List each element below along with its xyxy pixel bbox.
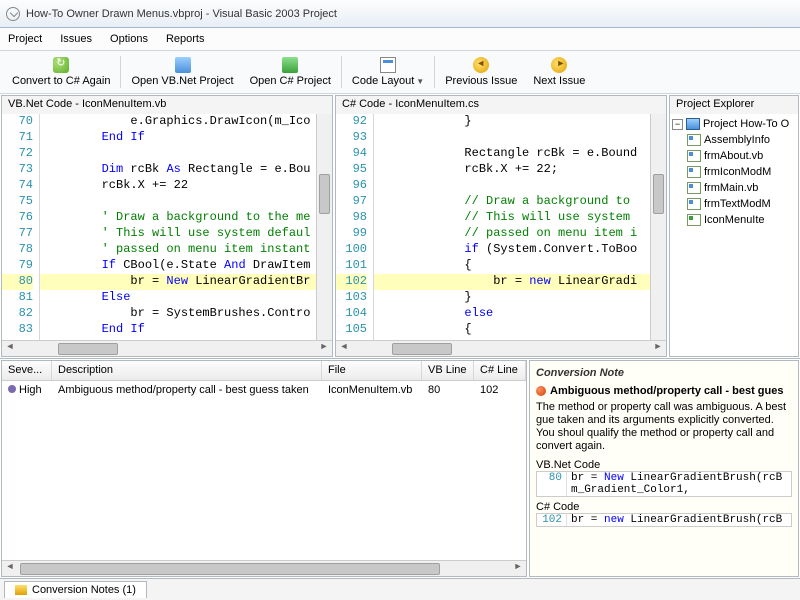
conversion-note-panel: Conversion Note Ambiguous method/propert… — [529, 360, 799, 577]
titlebar: How-To Owner Drawn Menus.vbproj - Visual… — [0, 0, 800, 28]
open-vb-button[interactable]: Open VB.Net Project — [123, 52, 241, 92]
window-title: How-To Owner Drawn Menus.vbproj - Visual… — [26, 8, 337, 20]
col-vbline[interactable]: VB Line — [422, 361, 474, 380]
next-issue-button[interactable]: Next Issue — [525, 52, 593, 92]
tree-item[interactable]: frmTextModM — [672, 196, 796, 212]
tree-item[interactable]: frmMain.vb — [672, 180, 796, 196]
project-icon — [686, 118, 700, 130]
menu-project[interactable]: Project — [8, 33, 42, 45]
project-tree[interactable]: −Project How-To O AssemblyInfofrmAbout.v… — [670, 114, 798, 356]
bottom-area: Seve... Description File VB Line C# Line… — [0, 358, 800, 578]
arrow-right-icon — [551, 57, 567, 73]
vb-pane-header: VB.Net Code - IconMenuItem.vb — [2, 96, 332, 114]
note-body: The method or property call was ambiguou… — [536, 401, 792, 453]
issues-hscrollbar[interactable]: ◄► — [2, 560, 526, 576]
file-icon — [687, 198, 701, 210]
vb-gutter: 7071727374757677787980818283 — [2, 114, 40, 340]
vb-project-icon — [175, 57, 191, 73]
note-title: Ambiguous method/property call - best gu… — [536, 385, 792, 397]
note-cs-label: C# Code — [536, 501, 792, 513]
cs-vscrollbar[interactable] — [650, 114, 666, 340]
tree-item[interactable]: IconMenuIte — [672, 212, 796, 228]
convert-icon — [53, 57, 69, 73]
tree-item[interactable]: frmIconModM — [672, 164, 796, 180]
explorer-header: Project Explorer — [670, 96, 798, 114]
col-description[interactable]: Description — [52, 361, 322, 380]
vb-lines[interactable]: e.Graphics.DrawIcon(m_Ico End If Dim rcB… — [40, 114, 332, 340]
issue-row[interactable]: HighAmbiguous method/property call - bes… — [2, 381, 526, 399]
file-icon — [687, 150, 701, 162]
project-explorer: Project Explorer −Project How-To O Assem… — [669, 95, 799, 357]
code-layout-button[interactable]: Code Layout▼ — [344, 52, 432, 92]
cs-pane-header: C# Code - IconMenuItem.cs — [336, 96, 666, 114]
menubar: Project Issues Options Reports — [0, 28, 800, 50]
vb-vscrollbar[interactable] — [316, 114, 332, 340]
open-cs-button[interactable]: Open C# Project — [242, 52, 339, 92]
convert-button[interactable]: Convert to C# Again — [4, 52, 118, 92]
cs-lines[interactable]: } Rectangle rcBk = e.Bound rcBk.X += 22;… — [374, 114, 666, 340]
notes-icon — [15, 585, 27, 595]
grid-header: Seve... Description File VB Line C# Line — [2, 361, 526, 381]
collapse-icon[interactable]: − — [672, 119, 683, 130]
cs-gutter: 9293949596979899100101102103104105 — [336, 114, 374, 340]
note-heading: Conversion Note — [536, 367, 792, 379]
cs-code-body[interactable]: 9293949596979899100101102103104105 } Rec… — [336, 114, 666, 340]
cs-project-icon — [282, 57, 298, 73]
file-icon — [687, 166, 701, 178]
issues-grid: Seve... Description File VB Line C# Line… — [1, 360, 527, 577]
cs-hscrollbar[interactable]: ◄► — [336, 340, 666, 356]
file-icon — [687, 182, 701, 194]
col-csline[interactable]: C# Line — [474, 361, 526, 380]
vb-code-pane: VB.Net Code - IconMenuItem.vb 7071727374… — [1, 95, 333, 357]
arrow-left-icon — [473, 57, 489, 73]
workarea: VB.Net Code - IconMenuItem.vb 7071727374… — [0, 94, 800, 358]
tree-item[interactable]: AssemblyInfo — [672, 132, 796, 148]
bottom-tabstrip: Conversion Notes (1) — [0, 578, 800, 600]
layout-icon — [380, 57, 396, 73]
menu-options[interactable]: Options — [110, 33, 148, 45]
tab-conversion-notes[interactable]: Conversion Notes (1) — [4, 581, 147, 598]
tree-root[interactable]: −Project How-To O — [672, 116, 796, 132]
menu-issues[interactable]: Issues — [60, 33, 92, 45]
note-vb-label: VB.Net Code — [536, 459, 792, 471]
chevron-down-icon: ▼ — [416, 77, 424, 86]
menu-reports[interactable]: Reports — [166, 33, 205, 45]
vb-hscrollbar[interactable]: ◄► — [2, 340, 332, 356]
note-vb-code: 80br = New LinearGradientBrush(rcB m_Gra… — [536, 471, 792, 497]
note-cs-code: 102br = new LinearGradientBrush(rcB — [536, 513, 792, 527]
warning-icon — [536, 386, 546, 396]
prev-issue-button[interactable]: Previous Issue — [437, 52, 525, 92]
file-icon — [687, 214, 701, 226]
col-file[interactable]: File — [322, 361, 422, 380]
col-severity[interactable]: Seve... — [2, 361, 52, 380]
search-icon — [6, 7, 20, 21]
toolbar: Convert to C# Again Open VB.Net Project … — [0, 50, 800, 94]
cs-code-pane: C# Code - IconMenuItem.cs 92939495969798… — [335, 95, 667, 357]
vb-code-body[interactable]: 7071727374757677787980818283 e.Graphics.… — [2, 114, 332, 340]
file-icon — [687, 134, 701, 146]
tree-item[interactable]: frmAbout.vb — [672, 148, 796, 164]
